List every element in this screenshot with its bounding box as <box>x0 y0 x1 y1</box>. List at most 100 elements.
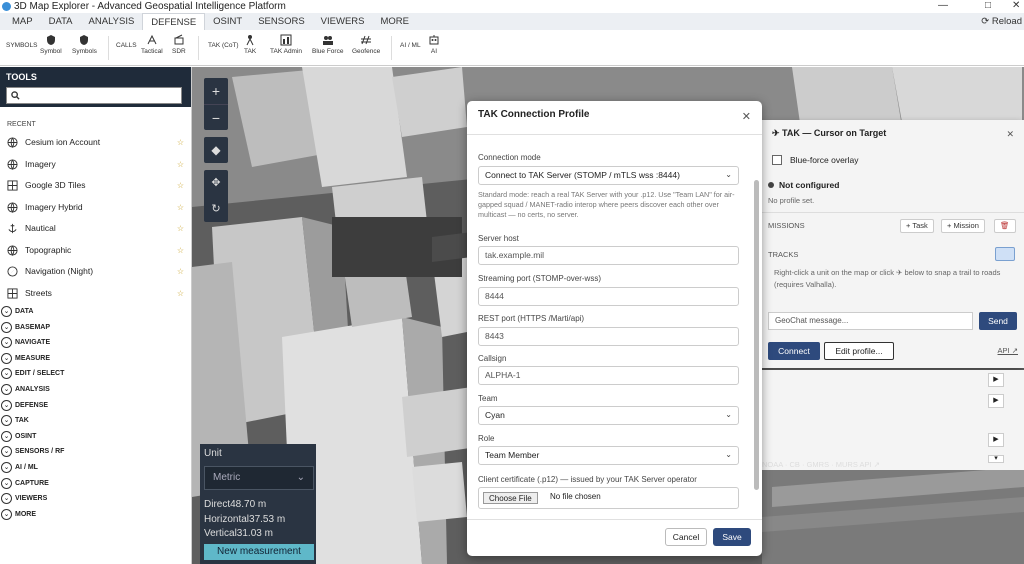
tactical-button[interactable]: Tactical <box>141 34 163 55</box>
star-icon[interactable]: ☆ <box>177 132 184 154</box>
tak-admin-button[interactable]: TAK Admin <box>270 34 302 55</box>
section-osint[interactable]: ⌄ OSINT <box>0 429 191 445</box>
play-icon[interactable]: ▶ <box>988 394 1004 408</box>
soldier-icon <box>246 35 254 46</box>
menu-bar: MAP DATA ANALYSIS DEFENSE OSINT SENSORS … <box>0 13 1024 30</box>
blue-force-button[interactable]: Blue Force <box>312 34 343 55</box>
compass-button[interactable]: ◆ <box>204 137 228 163</box>
chevron-down-icon: ⌄ <box>725 450 732 459</box>
recent-item[interactable]: Imagery ☆ <box>0 154 191 176</box>
section-more[interactable]: ⌄ MORE <box>0 507 191 523</box>
tab-data[interactable]: DATA <box>41 13 81 30</box>
tools-sidebar: TOOLS RECENT Cesium ion Account ☆ Imagery ☆… <box>0 67 192 564</box>
star-icon[interactable]: ☆ <box>177 240 184 262</box>
reload-button[interactable]: ⟳ Reload <box>981 13 1022 30</box>
team-select[interactable]: Cyan ⌄ <box>478 406 739 425</box>
recent-item[interactable]: Google 3D Tiles ☆ <box>0 175 191 197</box>
recent-item[interactable]: Navigation (Night) ☆ <box>0 261 191 283</box>
section-ai-ml[interactable]: ⌄ AI / ML <box>0 460 191 476</box>
section-capture[interactable]: ⌄ CAPTURE <box>0 476 191 492</box>
horizontal-measurement: Horizontal37.53 m <box>204 514 286 525</box>
cert-file-input[interactable]: Choose File No file chosen <box>478 487 739 509</box>
send-button[interactable]: Send <box>979 312 1017 330</box>
section-edit-select[interactable]: ⌄ EDIT / SELECT <box>0 366 191 382</box>
pan-button[interactable]: ✥ <box>204 170 228 196</box>
save-button[interactable]: Save <box>713 528 751 546</box>
group-label-symbols: SYMBOLS <box>6 42 38 49</box>
section-analysis[interactable]: ⌄ ANALYSIS <box>0 382 191 398</box>
recent-item[interactable]: Topographic ☆ <box>0 240 191 262</box>
tab-more[interactable]: MORE <box>372 13 417 30</box>
star-icon[interactable]: ☆ <box>177 175 184 197</box>
choose-file-button[interactable]: Choose File <box>483 492 538 504</box>
star-icon[interactable]: ☆ <box>177 218 184 240</box>
rest-port-input[interactable]: 8443 <box>478 327 739 346</box>
section-tak[interactable]: ⌄ TAK <box>0 413 191 429</box>
section-defense[interactable]: ⌄ DEFENSE <box>0 398 191 414</box>
zoom-in-button[interactable]: + <box>204 78 228 104</box>
new-measurement-button[interactable]: New measurement <box>204 544 314 560</box>
star-icon[interactable]: ☆ <box>177 197 184 219</box>
recent-item[interactable]: Streets ☆ <box>0 283 191 305</box>
server-host-input[interactable]: tak.example.mil <box>478 246 739 265</box>
recent-item[interactable]: Imagery Hybrid ☆ <box>0 197 191 219</box>
section-sensors-rf[interactable]: ⌄ SENSORS / RF <box>0 444 191 460</box>
tab-map[interactable]: MAP <box>4 13 41 30</box>
symbols-button[interactable]: Symbols <box>72 34 97 55</box>
maximize-button[interactable]: □ <box>985 0 991 11</box>
chevron-down-icon: ⌄ <box>1 415 12 427</box>
close-icon[interactable]: ✕ <box>1006 129 1014 140</box>
trash-icon[interactable]: 🗑 <box>994 219 1016 233</box>
recent-item[interactable]: Cesium ion Account ☆ <box>0 132 191 154</box>
unit-select[interactable]: Metric ⌄ <box>204 466 314 490</box>
api-link[interactable]: API ↗ <box>998 346 1018 355</box>
minimize-button[interactable]: — <box>938 0 948 11</box>
star-icon[interactable]: ☆ <box>177 261 184 283</box>
tab-sensors[interactable]: SENSORS <box>250 13 312 30</box>
divider <box>108 36 109 60</box>
team-label: Team <box>478 394 498 403</box>
tab-osint[interactable]: OSINT <box>205 13 250 30</box>
blue-force-checkbox[interactable] <box>772 155 782 165</box>
chevron-down-icon[interactable]: ▾ <box>988 455 1004 463</box>
connection-mode-select[interactable]: Connect to TAK Server (STOMP / mTLS wss … <box>478 166 739 185</box>
cancel-button[interactable]: Cancel <box>665 528 707 546</box>
streaming-port-input[interactable]: 8444 <box>478 287 739 306</box>
tools-search-input[interactable] <box>6 87 182 104</box>
recent-item[interactable]: Nautical ☆ <box>0 218 191 240</box>
add-mission-button[interactable]: + Mission <box>941 219 985 233</box>
edit-profile-button[interactable]: Edit profile... <box>824 342 894 360</box>
add-task-button[interactable]: + Task <box>900 219 934 233</box>
geofence-button[interactable]: Geofence <box>352 34 380 55</box>
play-icon[interactable]: ▶ <box>988 373 1004 387</box>
connect-button[interactable]: Connect <box>768 342 820 360</box>
play-icon[interactable]: ▶ <box>988 433 1004 447</box>
star-icon[interactable]: ☆ <box>177 283 184 305</box>
close-window-button[interactable]: ✕ <box>1012 0 1020 11</box>
tab-analysis[interactable]: ANALYSIS <box>81 13 143 30</box>
tracks-toggle-button[interactable] <box>995 247 1015 261</box>
group-label-tak: TAK (CoT) <box>208 42 239 49</box>
chevron-down-icon: ⌄ <box>1 461 12 473</box>
tak-button[interactable]: TAK <box>244 34 256 55</box>
star-icon[interactable]: ☆ <box>177 154 184 176</box>
sdr-button[interactable]: SDR <box>172 34 186 55</box>
section-data[interactable]: ⌄ DATA <box>0 304 191 320</box>
geochat-input[interactable]: GeoChat message... <box>768 312 973 330</box>
symbol-button[interactable]: Symbol <box>40 34 62 55</box>
section-basemap[interactable]: ⌄ BASEMAP <box>0 320 191 336</box>
modal-scrollbar[interactable] <box>754 180 759 490</box>
section-navigate[interactable]: ⌄ NAVIGATE <box>0 335 191 351</box>
section-measure[interactable]: ⌄ MEASURE <box>0 351 191 367</box>
section-viewers[interactable]: ⌄ VIEWERS <box>0 491 191 507</box>
zoom-out-button[interactable]: − <box>204 104 228 130</box>
callsign-input[interactable]: ALPHA-1 <box>478 366 739 385</box>
shield-icon <box>46 35 55 45</box>
rotate-button[interactable]: ↻ <box>204 196 228 222</box>
map-attribution[interactable]: NOAA · CB · GMRS · MURS API ↗ <box>762 460 880 469</box>
role-select[interactable]: Team Member ⌄ <box>478 446 739 465</box>
tab-viewers[interactable]: VIEWERS <box>313 13 373 30</box>
tab-defense[interactable]: DEFENSE <box>142 13 206 30</box>
close-icon[interactable]: ✕ <box>742 110 751 123</box>
ai-button[interactable]: AI <box>428 34 440 55</box>
